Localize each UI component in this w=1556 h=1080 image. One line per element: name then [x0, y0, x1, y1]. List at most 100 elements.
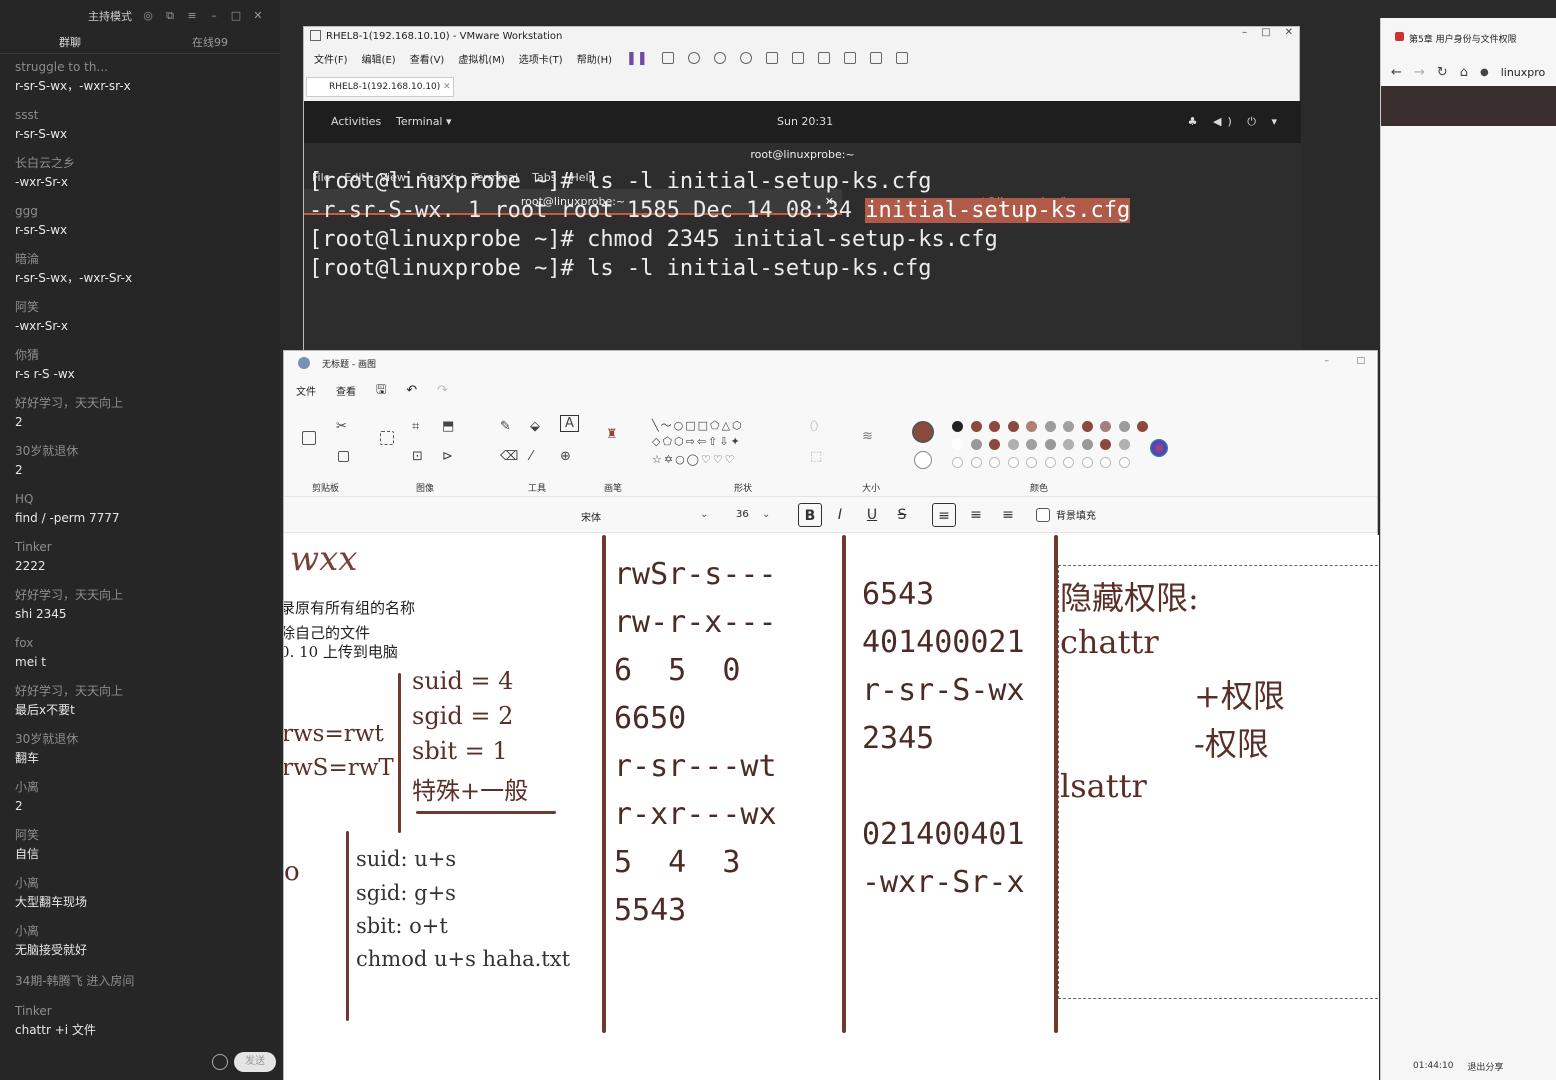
- palette-swatch-empty[interactable]: [989, 457, 1000, 468]
- maximize-icon[interactable]: □: [1261, 27, 1270, 38]
- tab-online[interactable]: 在线99: [140, 32, 280, 53]
- thumbnail-icon[interactable]: [791, 52, 804, 64]
- minimize-icon[interactable]: –: [1242, 27, 1247, 38]
- paste-icon[interactable]: [302, 431, 316, 445]
- palette-swatch[interactable]: [1044, 439, 1056, 450]
- resize-icon[interactable]: ⬒: [442, 419, 454, 434]
- popout-icon[interactable]: ⧉: [164, 10, 176, 22]
- terminal-output[interactable]: [root@linuxprobe ~]# ls -l initial-setup…: [309, 167, 1131, 283]
- palette-swatch-empty[interactable]: [952, 457, 963, 468]
- palette-swatch[interactable]: [989, 421, 1000, 432]
- back-icon[interactable]: ←: [1391, 65, 1402, 80]
- close-tab-icon[interactable]: ✕: [443, 82, 451, 92]
- menu-tabs[interactable]: 选项卡(T): [519, 51, 563, 66]
- close-icon[interactable]: ✕: [1285, 27, 1293, 38]
- snapshot-icon[interactable]: [687, 52, 700, 64]
- palette-swatch[interactable]: [1081, 439, 1093, 450]
- chevron-down-icon[interactable]: ⌄: [762, 509, 770, 520]
- address-bar[interactable]: linuxpro: [1501, 66, 1546, 79]
- palette-swatch[interactable]: [1007, 439, 1019, 450]
- maximize-icon[interactable]: □: [1356, 356, 1365, 366]
- bold-button[interactable]: B: [798, 503, 822, 527]
- menu-file[interactable]: 文件(F): [314, 51, 348, 66]
- palette-swatch[interactable]: [989, 439, 1000, 450]
- edit-colors-icon[interactable]: [1150, 439, 1168, 457]
- exit-share-button[interactable]: 退出分享: [1467, 1060, 1503, 1073]
- palette-swatch[interactable]: [1100, 439, 1111, 450]
- palette-swatch[interactable]: [1026, 421, 1037, 432]
- drawing-canvas[interactable]: wxx 录原有所有组的名称 除自己的文件 0. 10 上传到电脑 rws=rwt…: [284, 535, 1379, 1080]
- clock[interactable]: Sun 20:31: [777, 115, 833, 128]
- close-icon[interactable]: ✕: [252, 10, 264, 22]
- redo-icon[interactable]: ↷: [437, 383, 448, 398]
- browser-tab[interactable]: 第5章 用户身份与文件权限: [1381, 18, 1556, 58]
- background-fill-toggle[interactable]: 背景填充: [1036, 507, 1096, 522]
- stretch-icon[interactable]: [895, 52, 908, 64]
- palette-swatch-empty[interactable]: [1007, 457, 1019, 468]
- eraser-icon[interactable]: ⌫: [500, 449, 518, 464]
- palette-swatch[interactable]: [1007, 421, 1019, 432]
- palette-swatch[interactable]: [952, 439, 963, 450]
- revert-snapshot-icon[interactable]: [713, 52, 726, 64]
- palette-swatch[interactable]: [952, 421, 963, 432]
- activities-button[interactable]: Activities: [331, 115, 381, 128]
- italic-button[interactable]: I: [828, 503, 852, 527]
- shapes-gallery-icon[interactable]: ╲〜○□□⬠△⬡: [652, 417, 744, 433]
- sidebar-icon[interactable]: [765, 52, 778, 64]
- palette-swatch[interactable]: [1118, 421, 1130, 432]
- palette-swatch[interactable]: [1044, 421, 1056, 432]
- checkbox[interactable]: [1036, 507, 1050, 522]
- palette-swatch-empty[interactable]: [970, 457, 982, 468]
- font-size-select[interactable]: 36: [736, 509, 749, 520]
- send-keys-icon[interactable]: [661, 52, 674, 64]
- palette-swatch[interactable]: [1063, 421, 1074, 432]
- cut-icon[interactable]: ✂: [336, 419, 347, 434]
- shape-fill-icon[interactable]: ⬚: [810, 449, 822, 464]
- unity-icon[interactable]: [843, 52, 856, 64]
- crop-icon[interactable]: ⌗: [412, 419, 419, 434]
- minimize-icon[interactable]: –: [208, 10, 220, 22]
- palette-swatch[interactable]: [970, 421, 982, 432]
- magnifier-icon[interactable]: ⊕: [560, 449, 571, 464]
- undo-icon[interactable]: ↶: [406, 383, 417, 398]
- palette-swatch-empty[interactable]: [1118, 457, 1130, 468]
- color-picker-icon[interactable]: ⁄: [530, 449, 532, 464]
- palette-swatch-empty[interactable]: [1081, 457, 1093, 468]
- shapes-gallery-row3-icon[interactable]: ☆✡○◯♡♡♡: [652, 453, 737, 466]
- copy-icon[interactable]: [338, 451, 349, 462]
- palette-swatch-empty[interactable]: [1100, 457, 1111, 468]
- palette-swatch[interactable]: [1118, 439, 1130, 450]
- secondary-color[interactable]: [914, 451, 932, 469]
- settings-icon[interactable]: ◎: [142, 10, 154, 22]
- console-icon[interactable]: [869, 52, 882, 64]
- reload-icon[interactable]: ↻: [1437, 65, 1448, 80]
- rotate-icon[interactable]: ⊳: [442, 449, 453, 464]
- palette-swatch-empty[interactable]: [1026, 457, 1037, 468]
- home-icon[interactable]: ⌂: [1460, 65, 1468, 80]
- strikethrough-button[interactable]: S: [890, 503, 914, 527]
- pause-icon[interactable]: ❚❚: [626, 51, 648, 66]
- shapes-gallery-row2-icon[interactable]: ◇⬠⬡⇨⇦⇧⇩✦: [652, 435, 742, 448]
- save-icon[interactable]: 🖫: [376, 380, 386, 401]
- palette-swatch[interactable]: [1081, 421, 1093, 432]
- size-icon[interactable]: ≋: [862, 429, 873, 444]
- palette-swatch[interactable]: [1137, 421, 1148, 432]
- palette-swatch-empty[interactable]: [1044, 457, 1056, 468]
- primary-color[interactable]: [912, 421, 934, 443]
- chevron-down-icon[interactable]: ⌄: [700, 509, 708, 520]
- snapshot-manager-icon[interactable]: [739, 52, 752, 64]
- select-icon[interactable]: [380, 431, 394, 445]
- brush-icon[interactable]: ♜: [606, 427, 618, 442]
- font-select[interactable]: 宋体: [581, 509, 601, 524]
- palette-swatch[interactable]: [970, 439, 982, 450]
- menu-file[interactable]: 文件: [296, 383, 316, 398]
- terminal-app-menu[interactable]: Terminal ▾: [396, 115, 452, 128]
- menu-view[interactable]: 查看(V): [410, 51, 445, 66]
- align-right-button[interactable]: ≡: [996, 503, 1020, 527]
- align-left-button[interactable]: ≡: [932, 503, 956, 527]
- menu-help[interactable]: 帮助(H): [577, 51, 612, 66]
- emoji-icon[interactable]: [212, 1054, 228, 1070]
- underline-button[interactable]: U: [860, 503, 884, 527]
- forward-icon[interactable]: →: [1414, 65, 1425, 80]
- menu-edit[interactable]: 编辑(E): [362, 51, 396, 66]
